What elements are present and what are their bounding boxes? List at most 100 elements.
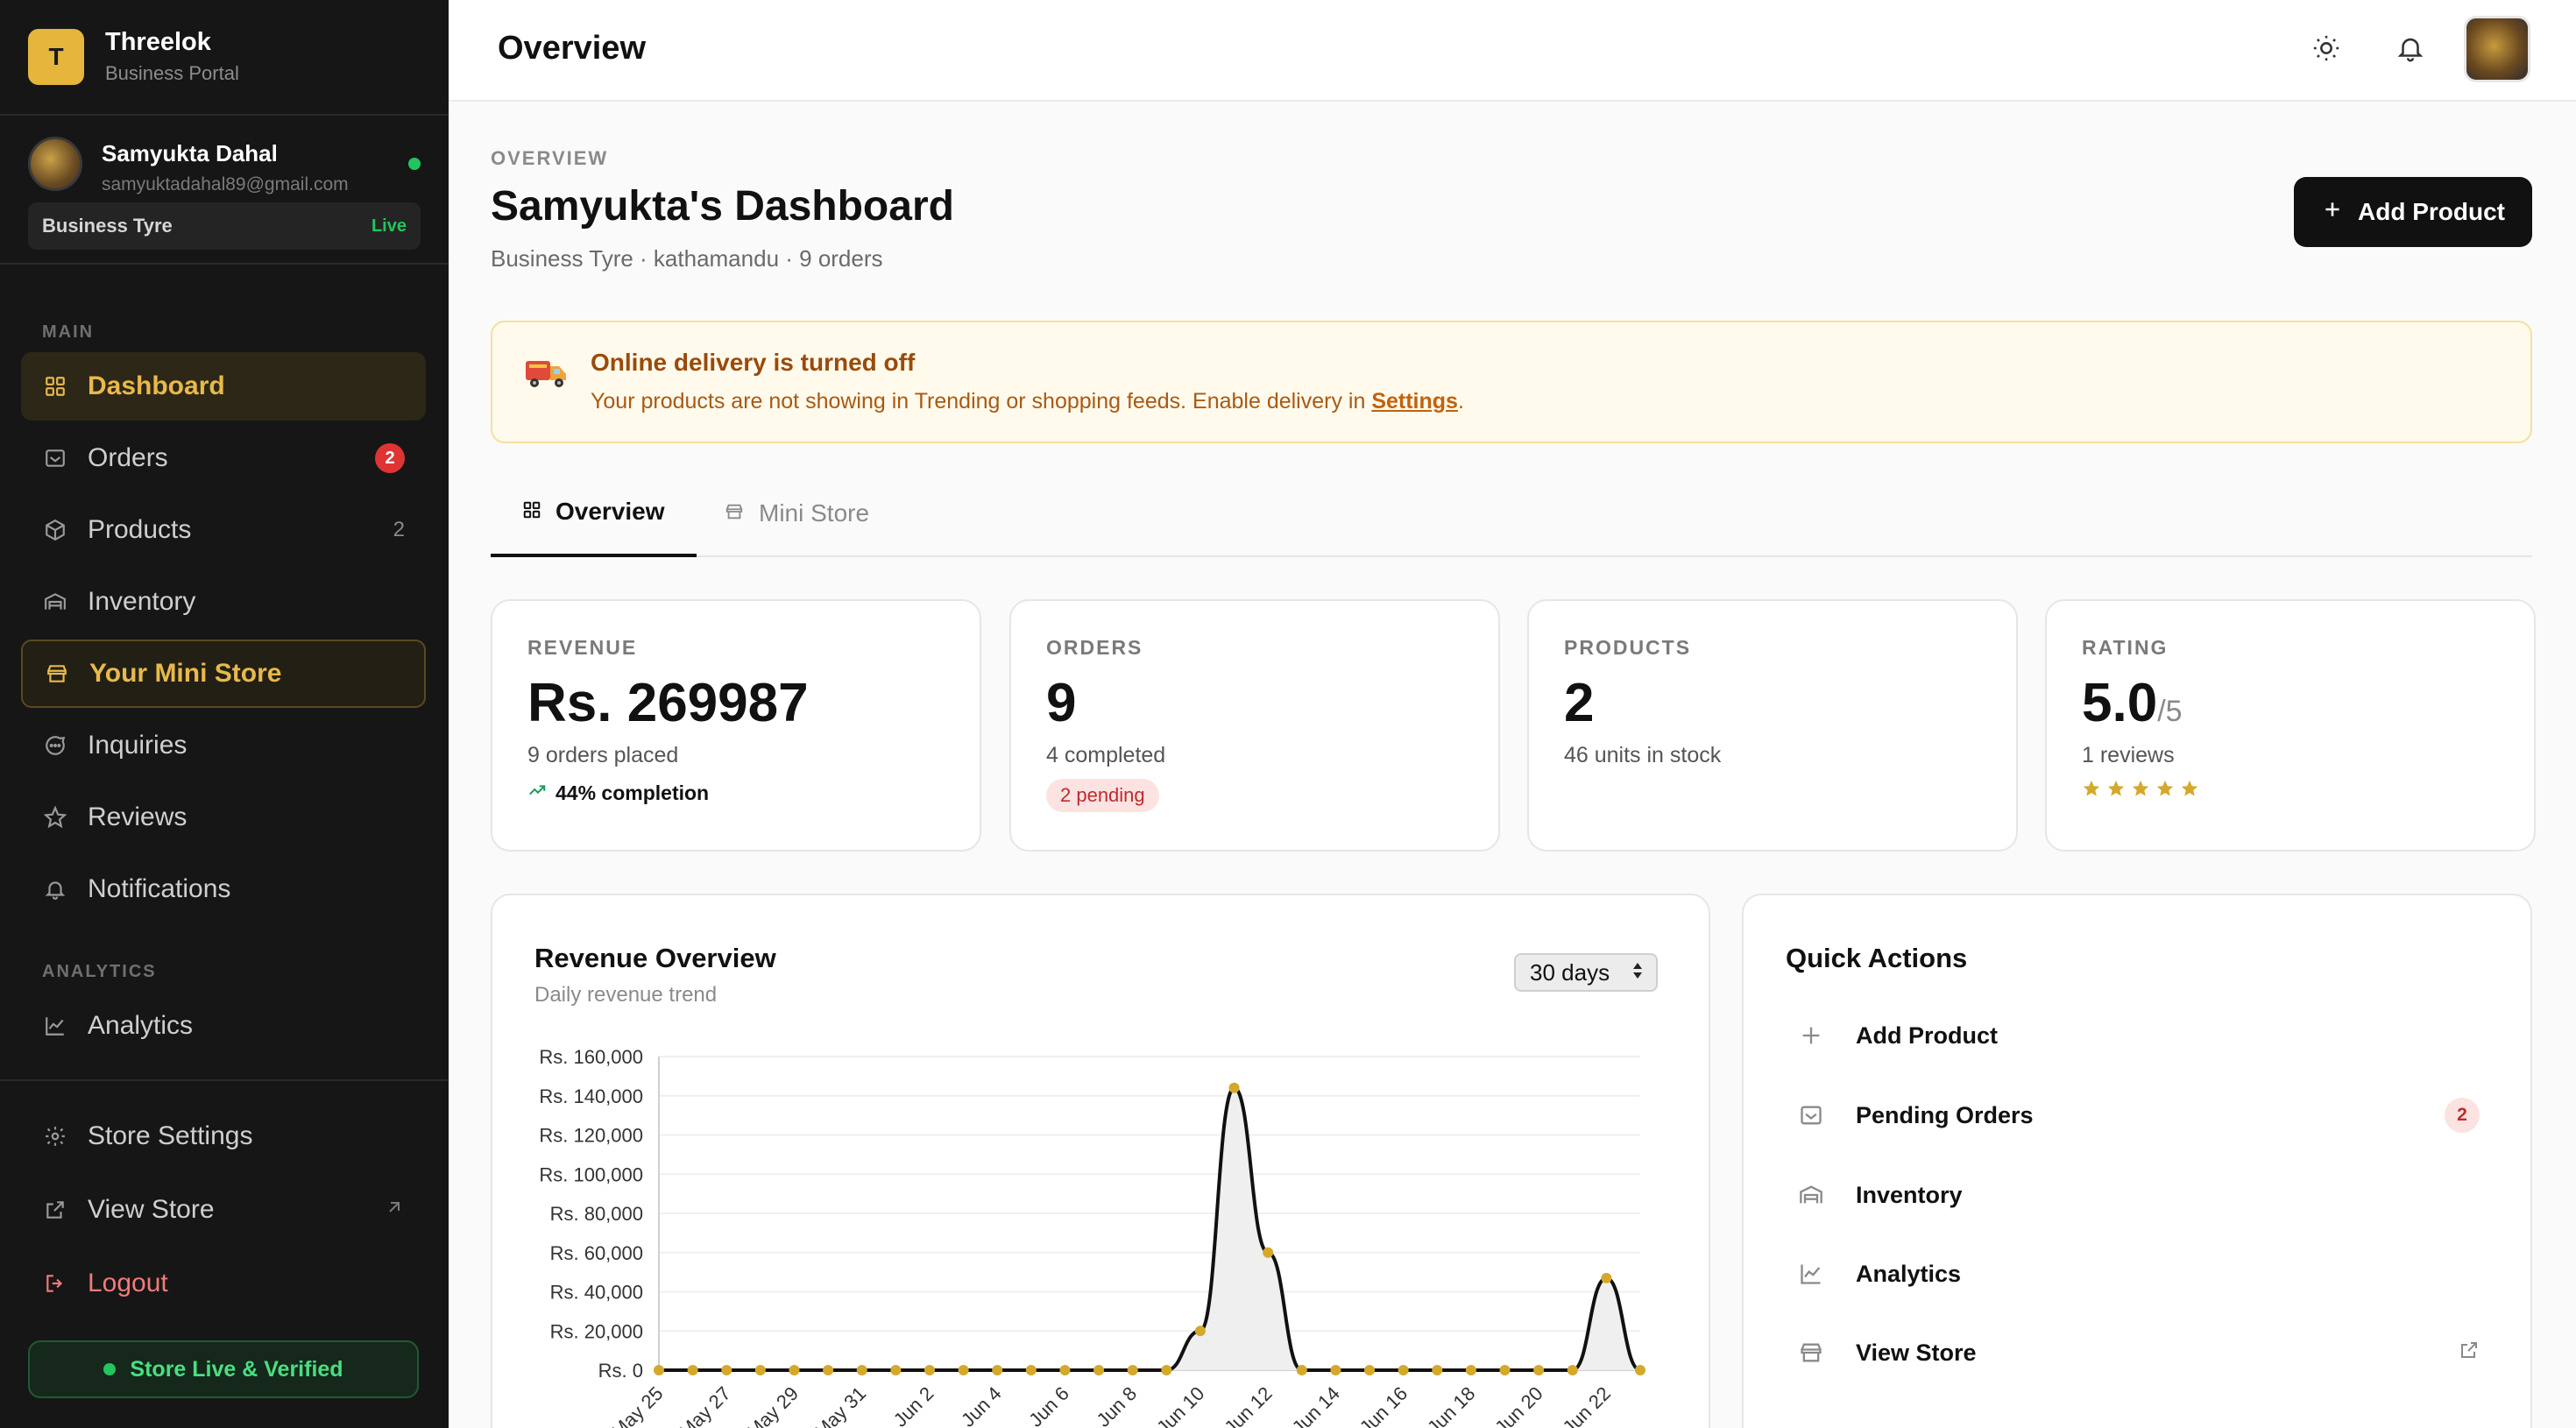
user-card[interactable]: Samyukta Dahal samyuktadahal89@gmail.com… [28,137,421,250]
x-tick-label: Jun 12 [1220,1382,1276,1428]
main-content: OVERVIEW Samyukta's Dashboard Business T… [449,102,2576,1428]
x-tick-label: Jun 10 [1152,1382,1208,1428]
sidebar-item-logout[interactable]: Logout [21,1249,426,1318]
sidebar-item-label: Inquiries [88,731,188,760]
products-stat-card: PRODUCTS 2 46 units in stock [1527,599,2018,852]
banner-title: Online delivery is turned off [591,349,916,376]
sidebar-item-dashboard[interactable]: Dashboard [21,352,426,421]
sidebar-item-orders[interactable]: Orders 2 [21,424,426,492]
stat-sub: 1 reviews [2082,743,2175,767]
store-icon [1796,1338,1826,1368]
nav-section-main: MAIN [42,322,95,342]
x-tick-label: Jun 6 [1024,1382,1073,1428]
revenue-overview-card: Revenue Overview Daily revenue trend 30 … [491,894,1710,1428]
settings-link[interactable]: Settings [1371,389,1458,414]
data-point [1398,1365,1409,1375]
y-tick-label: Rs. 40,000 [550,1282,643,1304]
sidebar-item-mini-store[interactable]: Your Mini Store [21,640,426,708]
tab-label: Overview [556,498,665,525]
x-tick-label: May 27 [675,1382,735,1428]
sidebar-item-label: Reviews [88,802,188,831]
stat-value: 2 [1564,673,1595,733]
y-tick-label: Rs. 120,000 [539,1125,643,1147]
sidebar-item-label: Analytics [88,1011,194,1040]
sidebar-item-label: Dashboard [88,371,225,400]
brand[interactable]: T Threelok Business Portal [28,28,239,85]
quick-actions-card: Quick Actions Add Product Pending Orders… [1742,894,2532,1428]
stat-label: ORDERS [1046,636,1143,659]
sidebar: T Threelok Business Portal Samyukta Daha… [0,0,449,1428]
y-tick-label: Rs. 140,000 [539,1085,643,1107]
data-point [1635,1365,1645,1375]
y-tick-label: Rs. 0 [598,1360,643,1382]
tab-overview[interactable]: Overview [491,470,697,557]
star-icon [2107,780,2125,796]
revenue-chart: Rs. 0 Rs. 20,000 Rs. 40,000 Rs. 60,000 Rs. 8… [539,1046,1645,1428]
sidebar-item-products[interactable]: Products 2 [21,496,426,564]
business-name: Business Tyre [42,215,173,237]
sidebar-item-view-store[interactable]: View Store [21,1176,426,1244]
warehouse-icon [1796,1180,1826,1210]
data-point [1296,1365,1307,1375]
sidebar-item-store-settings[interactable]: Store Settings [21,1102,426,1170]
x-tick-label: Jun 2 [889,1382,938,1428]
sidebar-item-label: Logout [88,1269,168,1297]
plus-icon [1796,1021,1826,1050]
quick-action-inventory[interactable]: Inventory [1796,1169,2480,1221]
y-tick-label: Rs. 20,000 [550,1320,643,1342]
quick-action-analytics[interactable]: Analytics [1796,1248,2480,1300]
quick-action-add-product[interactable]: Add Product [1796,1009,2480,1062]
data-point [654,1365,664,1375]
sidebar-item-label: Inventory [88,587,196,616]
card-subtitle: Daily revenue trend [534,983,718,1007]
brand-name: Threelok [105,28,211,56]
sidebar-item-label: Your Mini Store [89,659,282,688]
rating-suffix: /5 [2157,695,2183,728]
status-dot [103,1363,117,1375]
sidebar-item-reviews[interactable]: Reviews [21,783,426,852]
y-tick-label: Rs. 80,000 [550,1203,643,1225]
sidebar-item-analytics[interactable]: Analytics [21,992,426,1060]
inbox-icon [1796,1100,1826,1130]
delivery-banner: Online delivery is turned off Your produ… [491,321,2532,443]
y-tick-label: Rs. 100,000 [539,1163,643,1185]
sidebar-item-inventory[interactable]: Inventory [21,568,426,636]
user-avatar [28,137,82,191]
theme-toggle-button[interactable] [2304,28,2348,72]
user-name: Samyukta Dahal [102,140,278,166]
online-status-dot [408,158,421,170]
star-icon [42,804,68,831]
quick-action-view-store[interactable]: View Store [1796,1326,2480,1379]
data-point [1127,1365,1138,1375]
warehouse-icon [42,589,68,615]
x-tick-label: Jun 4 [957,1382,1006,1428]
data-point [1601,1272,1612,1283]
tab-mini-store[interactable]: Mini Store [692,470,901,557]
data-point [1263,1247,1274,1258]
store-icon [724,499,745,527]
data-point [687,1365,698,1375]
stat-sub: 46 units in stock [1564,743,1722,767]
revenue-stat-card: REVENUE Rs. 269987 9 orders placed 44% c… [491,599,981,852]
x-tick-label: Jun 20 [1490,1382,1546,1428]
quick-action-label: View Store [1856,1339,1977,1366]
trending-up-icon [527,781,547,805]
rating-stat-card: RATING 5.0/5 1 reviews [2045,599,2536,852]
profile-avatar[interactable] [2464,16,2530,82]
bell-icon [42,876,68,902]
card-title: Revenue Overview [534,943,776,973]
pending-orders-badge: 2 [2445,1098,2480,1133]
quick-action-pending-orders[interactable]: Pending Orders 2 [1796,1089,2480,1142]
star-icon [2132,780,2149,796]
data-point [992,1365,1003,1375]
inbox-icon [42,445,68,471]
y-tick-label: Rs. 60,000 [550,1242,643,1264]
x-tick-label: May 29 [742,1382,803,1428]
range-select[interactable]: 30 days [1514,953,1658,992]
sidebar-item-inquiries[interactable]: Inquiries [21,711,426,780]
banner-tail: . [1457,389,1464,414]
add-product-button[interactable]: Add Product [2294,177,2532,247]
data-point [1364,1365,1376,1375]
sidebar-item-notifications[interactable]: Notifications [21,855,426,923]
notifications-button[interactable] [2388,28,2432,72]
